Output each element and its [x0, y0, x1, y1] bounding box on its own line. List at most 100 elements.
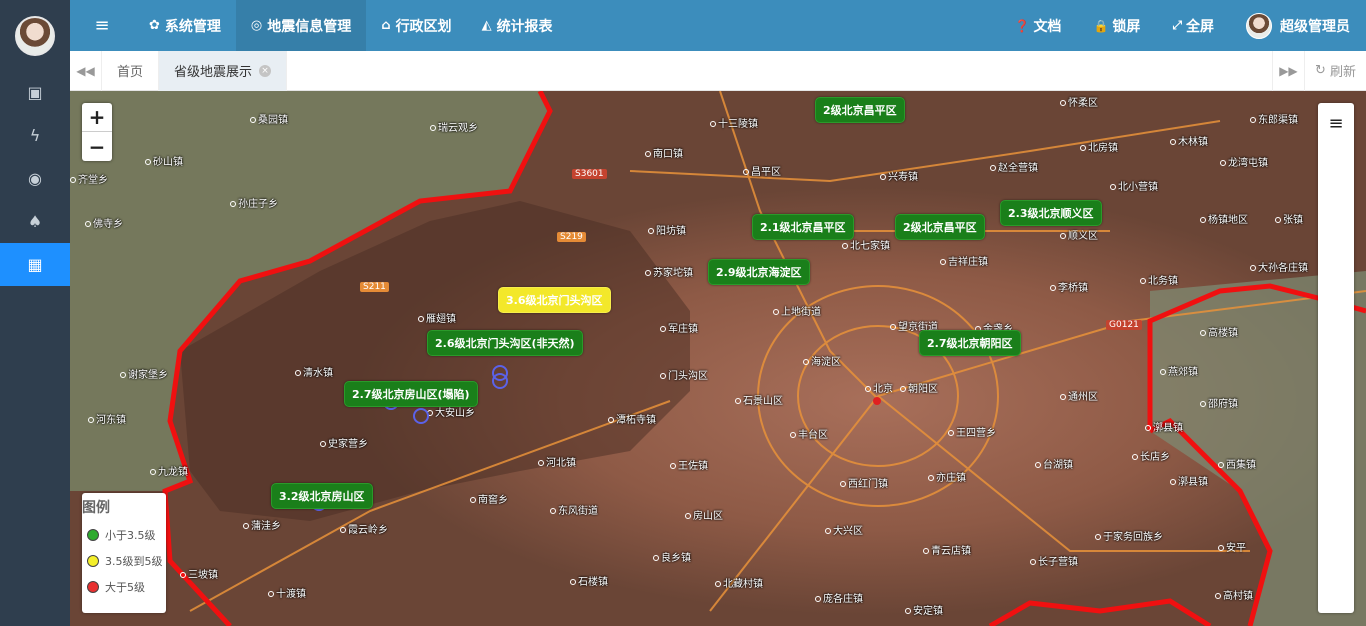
earthquake-label[interactable]: 2级北京昌平区	[895, 214, 985, 240]
tab-scroll-right-button[interactable]: ▶▶	[1271, 50, 1304, 91]
tab-label: 首页	[117, 65, 144, 80]
place-label: 九龙镇	[150, 463, 188, 478]
earthquake-label[interactable]: 2.6级北京门头沟区(非天然)	[427, 330, 583, 356]
place-label: 上地街道	[773, 303, 821, 318]
place-label: 邵府镇	[1200, 395, 1238, 410]
place-label: 北京	[865, 380, 893, 395]
tab-province-earthquake[interactable]: 省级地震展示 ×	[159, 50, 288, 91]
area-chart-icon: ◭	[481, 18, 492, 33]
nav-earthquake-management[interactable]: ◎ 地震信息管理	[235, 0, 367, 51]
place-label: 西集镇	[1218, 456, 1256, 471]
earthquake-label[interactable]: 2.7级北京朝阳区	[919, 330, 1021, 356]
earthquake-label[interactable]: 3.2级北京房山区	[271, 483, 373, 509]
grid-icon: ▦	[27, 255, 43, 274]
lock-icon: 🔒	[1093, 18, 1109, 33]
place-label: 雁翅镇	[418, 310, 456, 325]
place-label: 潭柘寺镇	[608, 411, 656, 426]
close-icon[interactable]: ×	[259, 64, 272, 77]
place-label: 砂山镇	[145, 153, 183, 168]
avatar[interactable]	[15, 15, 55, 56]
earthquake-label[interactable]: 2.1级北京昌平区	[752, 214, 854, 240]
place-label: 大孙各庄镇	[1250, 259, 1308, 274]
place-label: 桑园镇	[250, 111, 288, 126]
user-name: 超级管理员	[1280, 18, 1350, 35]
place-label: 十渡镇	[268, 585, 306, 600]
legend-label: 小于3.5级	[105, 529, 156, 542]
place-label: 北务镇	[1140, 272, 1178, 287]
place-label: 谢家堡乡	[120, 366, 168, 381]
place-label: 兴寿镇	[880, 168, 918, 183]
road-tag: S211	[360, 282, 389, 292]
legend-label: 3.5级到5级	[105, 555, 163, 568]
earthquake-label[interactable]: 2.3级北京顺义区	[1000, 200, 1102, 226]
user-menu[interactable]: 超级管理员	[1230, 12, 1366, 39]
fullscreen-label: 全屏	[1186, 18, 1214, 35]
header-right-tools: ❓ 文档 🔒 锁屏 ⤢ 全屏 超级管理员	[998, 0, 1366, 51]
place-label: 台湖镇	[1035, 456, 1073, 471]
place-label: 三坡镇	[180, 566, 218, 581]
earthquake-marker[interactable]	[413, 408, 429, 424]
tree-icon: ♠	[27, 212, 43, 231]
map-legend: 图例 小于3.5级 3.5级到5级 大于5级	[82, 493, 166, 613]
bolt-icon: ϟ	[29, 126, 41, 145]
earthquake-label[interactable]: 2.9级北京海淀区	[708, 259, 810, 285]
place-label: 阳坊镇	[648, 222, 686, 237]
docs-label: 文档	[1033, 18, 1062, 35]
zoom-control: + −	[82, 103, 112, 161]
earthquake-label[interactable]: 2.7级北京房山区(塌陷)	[344, 381, 478, 407]
zoom-in-button[interactable]: +	[82, 103, 112, 132]
place-label: 佛寺乡	[85, 215, 123, 230]
place-label: 漷县镇	[1145, 419, 1183, 434]
red-dot-icon	[87, 581, 99, 593]
place-label: 南口镇	[645, 145, 683, 160]
user-avatar	[1246, 12, 1272, 39]
gear-icon: ✿	[149, 18, 160, 33]
lock-screen-button[interactable]: 🔒 锁屏	[1077, 16, 1156, 36]
tab-right-tools: ▶▶ ↻ 刷新	[1271, 50, 1366, 91]
refresh-button[interactable]: ↻ 刷新	[1303, 50, 1366, 91]
place-label: 十三陵镇	[710, 115, 758, 130]
map-view[interactable]: 桑园镇 瑞云观乡 十三陵镇 怀柔区 南口镇 昌平区 北房镇 东郎渠镇 砂山镇 兴…	[70, 91, 1366, 626]
map-pin-icon: ◎	[250, 18, 263, 33]
sidebar-item-bolt[interactable]: ϟ	[0, 114, 70, 157]
place-label: 王佐镇	[670, 457, 708, 472]
place-label: 吉祥庄镇	[940, 253, 988, 268]
layer-panel: ≡	[1318, 103, 1354, 613]
nav-administrative-division[interactable]: ⌂ 行政区划	[366, 0, 466, 51]
nav-statistics-report[interactable]: ◭ 统计报表	[467, 0, 568, 51]
docs-button[interactable]: ❓ 文档	[998, 16, 1077, 36]
place-label: 安平	[1218, 539, 1246, 554]
earthquake-marker[interactable]	[492, 373, 508, 389]
place-label: 顺义区	[1060, 227, 1098, 242]
tab-home[interactable]: 首页	[102, 50, 160, 91]
sidebar-item-target[interactable]: ◉	[0, 157, 70, 200]
place-label: 军庄镇	[660, 320, 698, 335]
legend-item: 3.5级到5级	[82, 553, 166, 569]
layer-menu-button[interactable]: ≡	[1318, 103, 1354, 143]
zoom-out-button[interactable]: −	[82, 132, 112, 161]
place-label: 长子营镇	[1030, 553, 1078, 568]
green-dot-icon	[87, 529, 99, 541]
place-label: 瑞云观乡	[430, 119, 478, 134]
place-label: 燕郊镇	[1160, 363, 1198, 378]
sidebar-item-grid[interactable]: ▦	[0, 243, 70, 286]
place-label: 怀柔区	[1060, 94, 1098, 109]
sidebar-item-money[interactable]: ▣	[0, 71, 70, 114]
tab-scroll-left-button[interactable]: ◀◀	[70, 50, 102, 91]
place-label: 良乡镇	[653, 549, 691, 564]
place-label: 庞各庄镇	[815, 590, 863, 605]
fullscreen-button[interactable]: ⤢ 全屏	[1156, 16, 1230, 36]
refresh-label: 刷新	[1329, 65, 1356, 80]
hamburger-icon: ≡	[1328, 112, 1344, 134]
legend-label: 大于5级	[105, 581, 145, 594]
sidebar-toggle-button[interactable]: ≡	[70, 0, 134, 51]
place-label: 门头沟区	[660, 367, 708, 382]
place-label: 张镇	[1275, 211, 1303, 226]
earthquake-label-yellow[interactable]: 3.6级北京门头沟区	[498, 287, 611, 313]
legend-item: 小于3.5级	[82, 527, 166, 543]
nav-system-management[interactable]: ✿ 系统管理	[134, 0, 236, 51]
expand-icon: ⤢	[1172, 18, 1182, 32]
nav-label: 系统管理	[164, 18, 221, 35]
sidebar-item-tree[interactable]: ♠	[0, 200, 70, 243]
earthquake-label[interactable]: 2级北京昌平区	[815, 97, 905, 123]
